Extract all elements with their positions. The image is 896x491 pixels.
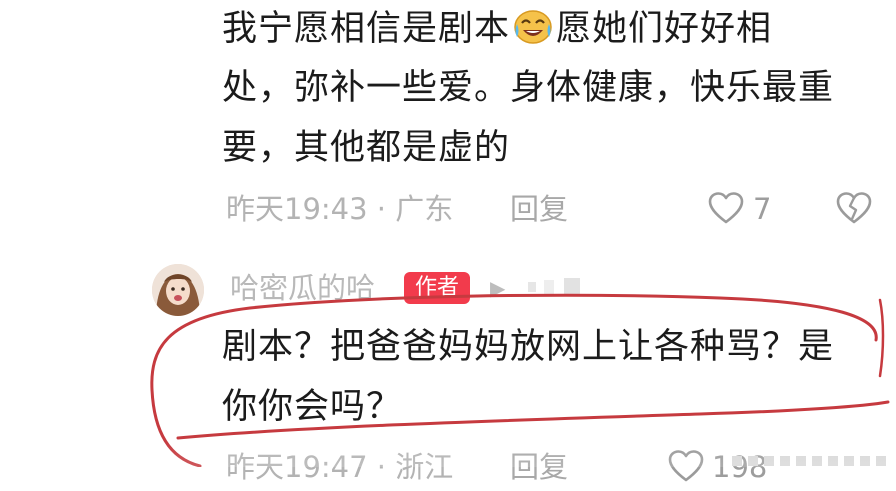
like-heart-icon[interactable]	[706, 189, 746, 229]
comment-text-line-1: 我宁愿相信是剧本 愿她们好好相	[222, 6, 772, 51]
crying-laughing-emoji-icon	[512, 6, 554, 46]
comment-text-line-3: 要，其他都是虚的	[222, 128, 511, 168]
dislike-broken-heart-icon[interactable]	[834, 189, 874, 229]
reply-author-name[interactable]: 哈密瓜的哈	[230, 268, 375, 308]
comment-timestamp: 昨天19:43 · 广东	[226, 192, 454, 226]
comment-text-line-2: 处，弥补一些爱。身体健康，快乐最重	[222, 68, 835, 108]
reply-target-blurred	[520, 276, 590, 300]
reply-arrow-icon: ▶	[490, 276, 506, 300]
author-badge: 作者	[404, 272, 470, 304]
comment-reply-button[interactable]: 回复	[510, 189, 568, 229]
comment-text-segment: 我宁愿相信是剧本	[222, 9, 511, 49]
author-avatar[interactable]	[152, 264, 204, 316]
comment-like-count: 7	[753, 192, 772, 226]
reply-text-line-2: 你你会吗？	[222, 387, 403, 427]
bottom-fade	[0, 440, 896, 467]
reply-text-line-1: 剧本？把爸爸妈妈放网上让各种骂？是	[222, 327, 835, 367]
comment-text-segment: 愿她们好好相	[556, 9, 773, 49]
